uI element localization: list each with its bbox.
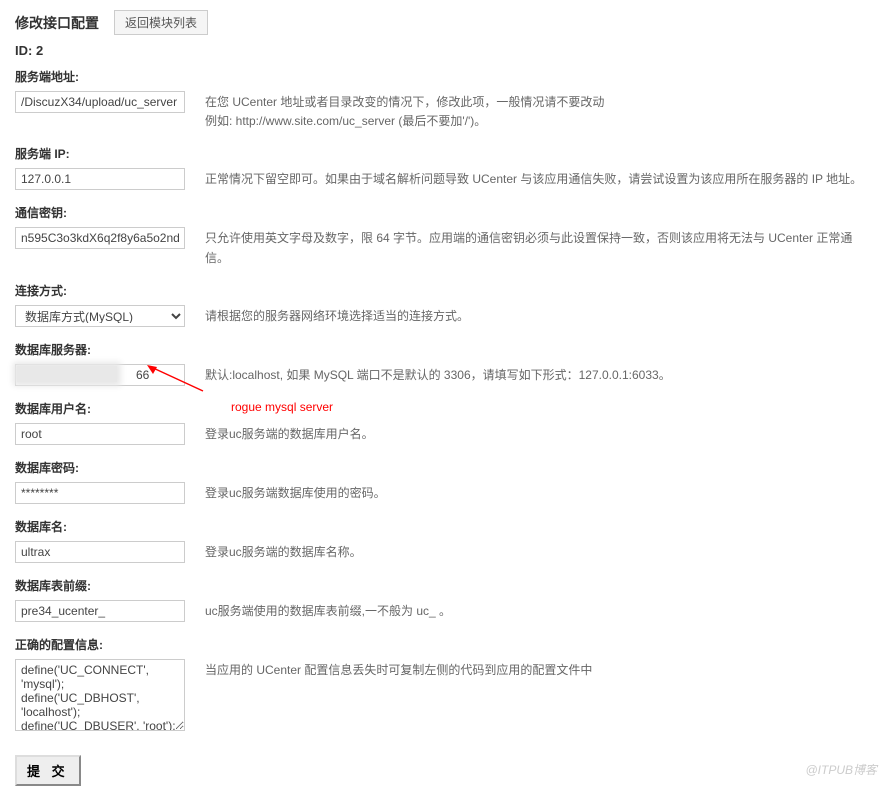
db-prefix-hint: uc服务端使用的数据库表前缀,一不般为 uc_ 。 xyxy=(205,600,874,621)
conn-type-hint: 请根据您的服务器网络环境选择适当的连接方式。 xyxy=(205,305,874,326)
id-label: ID: 2 xyxy=(15,43,874,58)
db-name-hint: 登录uc服务端的数据库名称。 xyxy=(205,541,874,562)
comm-key-label: 通信密钥: xyxy=(15,204,874,221)
db-server-hint: 默认:localhost, 如果 MySQL 端口不是默认的 3306，请填写如… xyxy=(205,364,874,385)
db-user-label: 数据库用户名: xyxy=(15,400,91,417)
db-name-input[interactable] xyxy=(15,541,185,563)
db-pass-hint: 登录uc服务端数据库使用的密码。 xyxy=(205,482,874,503)
db-name-label: 数据库名: xyxy=(15,518,874,535)
comm-key-input[interactable] xyxy=(15,227,185,249)
back-button[interactable]: 返回模块列表 xyxy=(114,10,208,35)
watermark: @ITPUB博客 xyxy=(805,761,877,778)
server-addr-label: 服务端地址: xyxy=(15,68,874,85)
db-prefix-input[interactable] xyxy=(15,600,185,622)
config-info-textarea[interactable] xyxy=(15,659,185,731)
conn-type-select[interactable]: 数据库方式(MySQL) xyxy=(15,305,185,327)
page-title: 修改接口配置 xyxy=(15,13,99,33)
config-info-label: 正确的配置信息: xyxy=(15,636,874,653)
server-addr-hint: 在您 UCenter 地址或者目录改变的情况下，修改此项，一般情况请不要改动 例… xyxy=(205,91,874,131)
db-user-input[interactable] xyxy=(15,423,185,445)
submit-button[interactable]: 提 交 xyxy=(15,755,81,786)
server-ip-input[interactable] xyxy=(15,168,185,190)
conn-type-label: 连接方式: xyxy=(15,282,874,299)
server-ip-hint: 正常情况下留空即可。如果由于域名解析问题导致 UCenter 与该应用通信失败，… xyxy=(205,168,874,189)
db-pass-input[interactable] xyxy=(15,482,185,504)
config-info-hint: 当应用的 UCenter 配置信息丢失时可复制左侧的代码到应用的配置文件中 xyxy=(205,659,874,680)
db-server-label: 数据库服务器: xyxy=(15,341,874,358)
comm-key-hint: 只允许使用英文字母及数字，限 64 字节。应用端的通信密钥必须与此设置保持一致，… xyxy=(205,227,874,267)
redaction-overlay xyxy=(17,366,117,382)
server-ip-label: 服务端 IP: xyxy=(15,145,874,162)
server-addr-input[interactable] xyxy=(15,91,185,113)
db-user-hint: 登录uc服务端的数据库用户名。 xyxy=(205,423,874,444)
db-pass-label: 数据库密码: xyxy=(15,459,874,476)
db-prefix-label: 数据库表前缀: xyxy=(15,577,874,594)
rogue-annotation: rogue mysql server xyxy=(231,400,333,417)
